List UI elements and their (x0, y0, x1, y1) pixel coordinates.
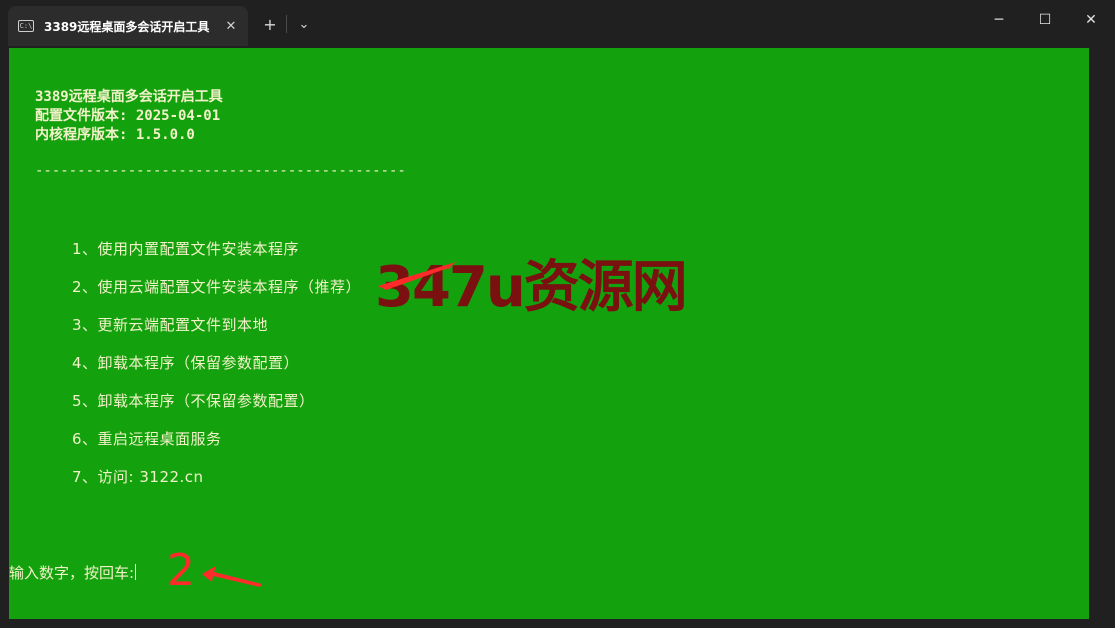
terminal-window: C:\ 3389远程桌面多会话开启工具 ✕ + ⌄ ─ ☐ ✕ 3389远程桌面… (0, 0, 1115, 628)
arrow-annotations (202, 262, 456, 587)
watermark-arrow (378, 262, 456, 290)
input-arrow (202, 566, 262, 587)
